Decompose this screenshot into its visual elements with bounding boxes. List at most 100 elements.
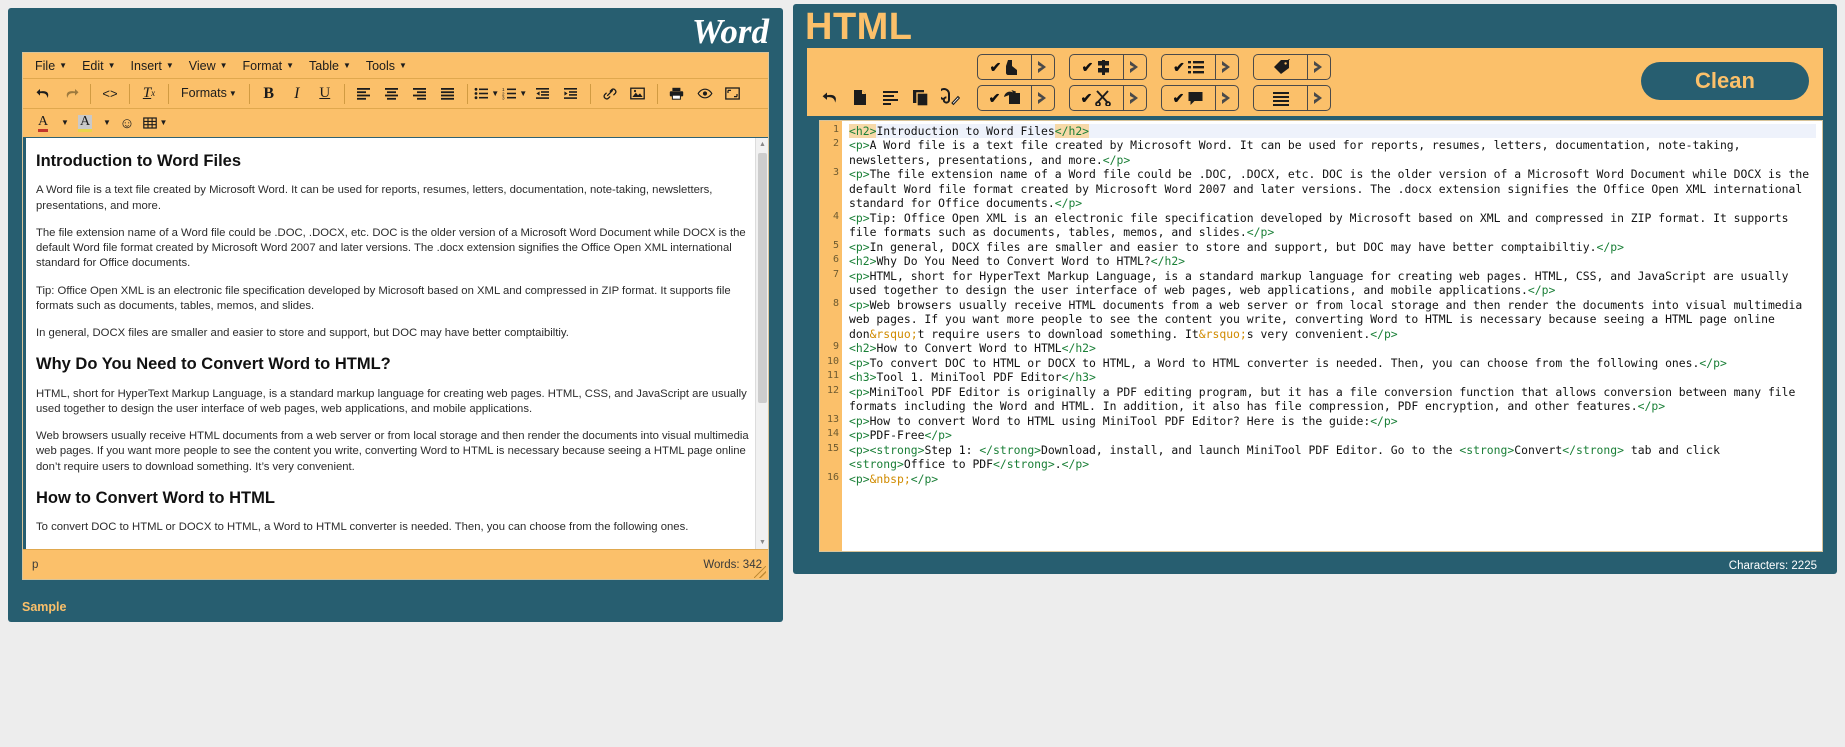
menu-item-view[interactable]: View ▼	[183, 57, 237, 75]
background-color-icon[interactable]: A	[72, 111, 98, 135]
emoticon-icon[interactable]: ☺	[114, 111, 140, 135]
align-button[interactable]	[1253, 85, 1331, 111]
paste-icon[interactable]	[937, 85, 963, 109]
replace-button[interactable]: ✔	[977, 85, 1055, 111]
clear-formatting-icon[interactable]: Tx	[136, 82, 162, 106]
chevron-right-icon[interactable]	[1308, 55, 1330, 79]
clean-inline-styles-main[interactable]: ✔	[978, 55, 1032, 79]
code-line: <p>HTML, short for HyperText Markup Lang…	[849, 268, 1796, 298]
text-color-icon[interactable]: A	[30, 111, 56, 135]
boot-icon	[1006, 59, 1018, 75]
background-color-dropdown[interactable]: ▼	[100, 111, 112, 135]
menu-item-tools[interactable]: Tools ▼	[360, 57, 416, 75]
menu-item-file-label: File	[35, 58, 56, 73]
code-line: <p>PDF-Free</p>	[849, 428, 952, 443]
toolbar-divider	[656, 83, 658, 104]
print-icon[interactable]	[664, 82, 690, 106]
clean-lists-button[interactable]: ✔	[1161, 54, 1239, 80]
chevron-right-icon[interactable]	[1216, 86, 1238, 110]
align-left-icon[interactable]	[351, 82, 377, 106]
code-line: <h2>How to Convert Word to HTML</h2>	[849, 341, 1096, 356]
menu-item-edit[interactable]: Edit ▼	[76, 57, 124, 75]
doc-paragraph: The file extension name of a Word file c…	[36, 226, 746, 270]
scroll-up-icon[interactable]: ▲	[756, 138, 768, 151]
code-line: <p>A Word file is a text file created by…	[849, 138, 1748, 167]
format-text-icon[interactable]	[877, 85, 903, 109]
text-color-dropdown[interactable]: ▼	[58, 111, 70, 135]
italic-icon[interactable]: I	[284, 82, 310, 106]
code-line: <h2>Introduction to Word Files</h2>	[849, 124, 1816, 139]
doc-paragraph: To convert DOC to HTML or DOCX to HTML, …	[36, 521, 689, 534]
increase-indent-icon[interactable]	[558, 82, 584, 106]
line-number: 2	[832, 138, 839, 150]
menu-item-insert[interactable]: Insert ▼	[125, 57, 183, 75]
replace-main[interactable]: ✔	[978, 86, 1032, 110]
word-panel-title: Word	[691, 12, 769, 51]
word-document-scroll[interactable]: Introduction to Word Files A Word file i…	[23, 138, 768, 549]
new-document-icon[interactable]	[847, 85, 873, 109]
underline-icon[interactable]: U	[312, 82, 338, 106]
sign-icon	[1098, 59, 1110, 75]
chevron-down-icon: ▼	[107, 60, 116, 70]
source-code-icon[interactable]: <>	[97, 82, 123, 106]
copy-icon[interactable]	[907, 85, 933, 109]
html-source-editor[interactable]: 1 2 3 4 5 6 7 8 9 10 11 12 13 14 15 16 <h2>Introduction…	[819, 120, 1823, 552]
resize-grip[interactable]	[754, 566, 766, 578]
scrollbar-thumb[interactable]	[758, 153, 767, 403]
insert-image-icon[interactable]	[625, 82, 651, 106]
tag-button[interactable]	[1253, 54, 1331, 80]
html-panel-title: HTML	[805, 6, 913, 48]
scroll-down-icon[interactable]: ▼	[756, 536, 768, 549]
code-line: <p>Web browsers usually receive HTML doc…	[849, 297, 1810, 341]
scissors-button[interactable]: ✔	[1069, 85, 1147, 111]
menu-item-file[interactable]: File ▼	[29, 57, 76, 75]
insert-table-icon[interactable]: ▼	[142, 111, 168, 135]
chevron-right-icon[interactable]	[1124, 86, 1146, 110]
code-content[interactable]: <h2>Introduction to Word Files</h2> <p>A …	[842, 121, 1822, 551]
check-icon: ✔	[989, 59, 1002, 75]
chevron-right-icon[interactable]	[1032, 86, 1054, 110]
insert-link-icon[interactable]	[597, 82, 623, 106]
document-scrollbar[interactable]: ▲ ▼	[755, 138, 768, 549]
align-right-icon[interactable]	[407, 82, 433, 106]
redo-icon[interactable]	[58, 82, 84, 106]
strip-tags-main[interactable]: ✔	[1070, 55, 1124, 79]
word-toolbar-primary: <> Tx Formats ▼ B I U ▼ 1 2 3 ▼	[23, 79, 768, 109]
clean-lists-main[interactable]: ✔	[1162, 55, 1216, 79]
undo-icon[interactable]	[30, 82, 56, 106]
menu-item-format[interactable]: Format ▼	[237, 57, 304, 75]
align-justify-icon[interactable]	[435, 82, 461, 106]
formats-dropdown[interactable]: Formats ▼	[175, 82, 243, 106]
tag-main[interactable]	[1254, 55, 1308, 79]
fullscreen-icon[interactable]	[720, 82, 746, 106]
line-number: 7	[832, 268, 839, 280]
chevron-right-icon[interactable]	[1124, 55, 1146, 79]
bullet-list-icon[interactable]: ▼	[474, 82, 500, 106]
chevron-right-icon[interactable]	[1216, 55, 1238, 79]
strip-tags-button[interactable]: ✔	[1069, 54, 1147, 80]
chevron-right-icon[interactable]	[1308, 86, 1330, 110]
line-number: 14	[826, 428, 839, 440]
numbered-list-icon[interactable]: 123 ▼	[502, 82, 528, 106]
align-main[interactable]	[1254, 86, 1308, 110]
comment-main[interactable]: ✔	[1162, 86, 1216, 110]
scissors-main[interactable]: ✔	[1070, 86, 1124, 110]
align-center-icon[interactable]	[379, 82, 405, 106]
doc-paragraph: HTML, short for HyperText Markup Languag…	[36, 387, 747, 415]
clean-inline-styles-button[interactable]: ✔	[977, 54, 1055, 80]
element-path[interactable]: p	[32, 559, 38, 571]
word-document-body[interactable]: Introduction to Word Files A Word file i…	[26, 138, 768, 549]
menu-item-view-label: View	[188, 58, 216, 73]
word-editor: File ▼ Edit ▼ Insert ▼ View ▼ Format ▼ Table ▼…	[22, 52, 769, 580]
chevron-down-icon: ▼	[228, 88, 237, 98]
check-icon: ✔	[1081, 59, 1094, 75]
preview-icon[interactable]	[692, 82, 718, 106]
clean-button[interactable]: Clean	[1641, 62, 1809, 100]
decrease-indent-icon[interactable]	[530, 82, 556, 106]
bold-icon[interactable]: B	[256, 82, 282, 106]
undo-icon[interactable]	[817, 85, 843, 109]
menu-item-table[interactable]: Table ▼	[303, 57, 360, 75]
comment-button[interactable]: ✔	[1161, 85, 1239, 111]
scissors-icon	[1095, 90, 1112, 106]
chevron-right-icon[interactable]	[1032, 55, 1054, 79]
